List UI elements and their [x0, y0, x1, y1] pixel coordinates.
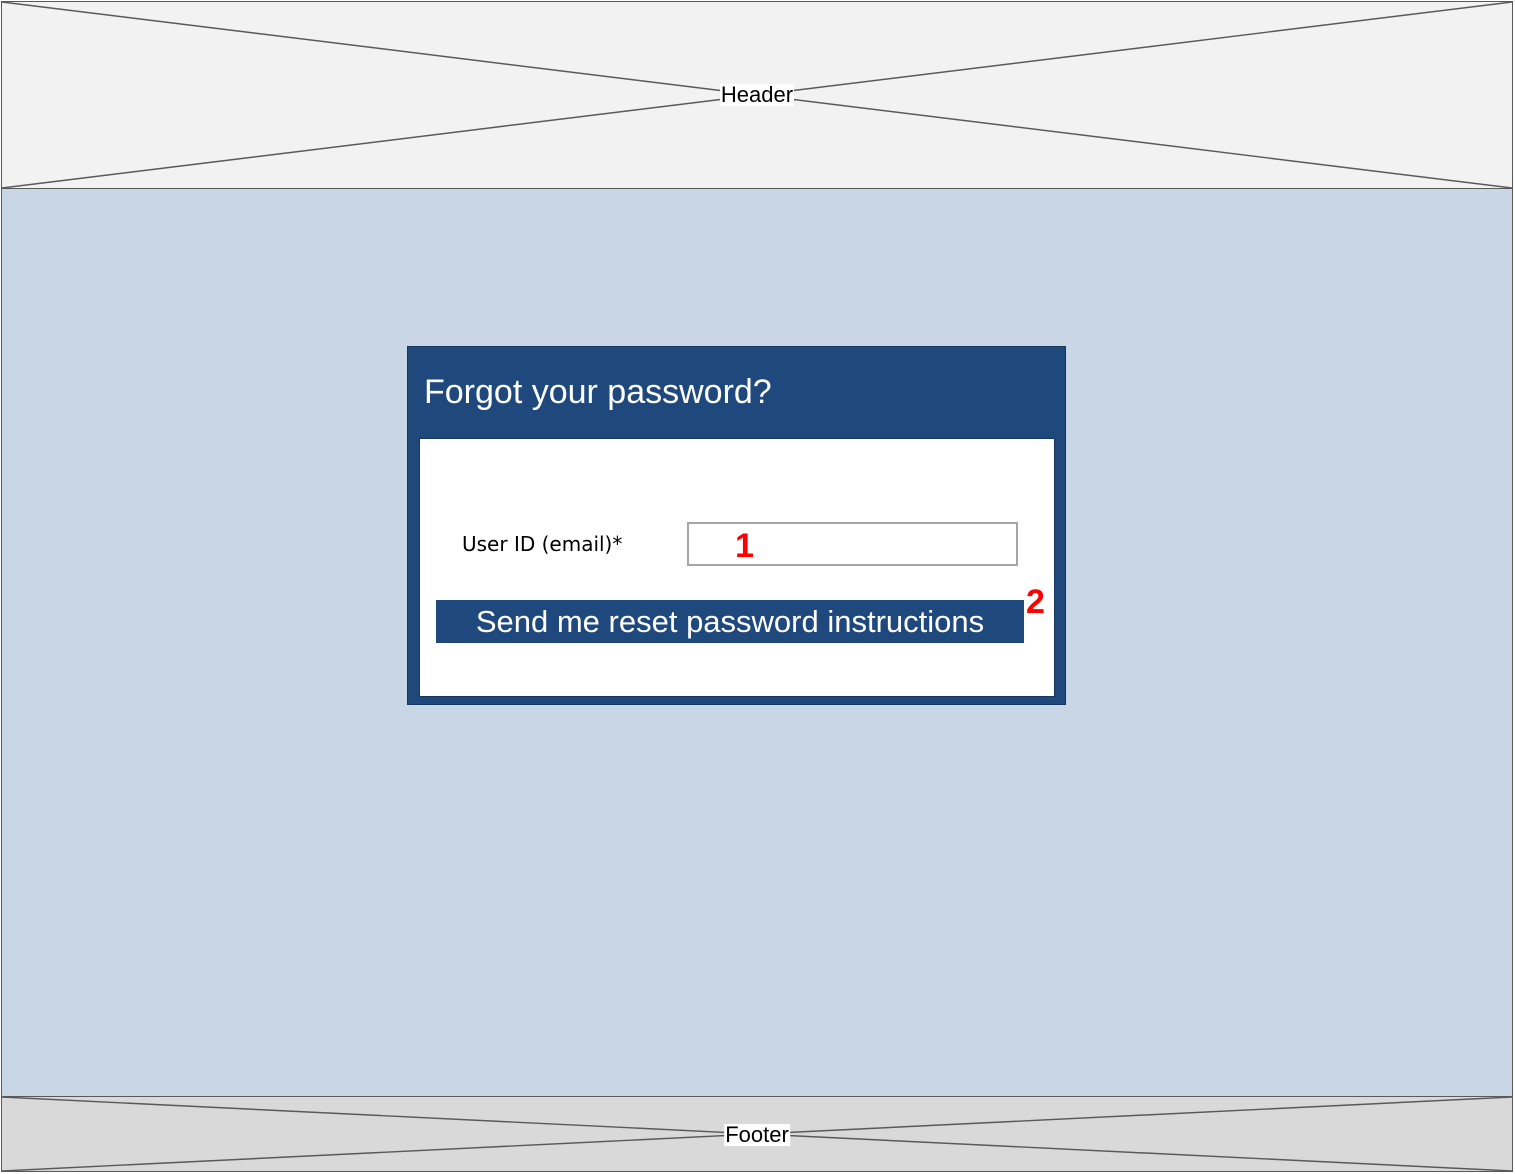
header-label: Header: [719, 82, 795, 107]
user-id-input[interactable]: 1: [687, 522, 1018, 566]
dialog-body: User ID (email)* 1 Send me reset passwor…: [419, 438, 1055, 697]
footer-label: Footer: [724, 1122, 790, 1147]
page: Header Forgot your password? User ID (em…: [0, 0, 1515, 1174]
send-reset-instructions-button[interactable]: Send me reset password instructions: [436, 600, 1024, 643]
annotation-marker-2: 2: [1026, 583, 1045, 621]
annotation-marker-1: 1: [735, 527, 754, 565]
header-placeholder: Header: [1, 1, 1513, 189]
forgot-password-dialog: Forgot your password? User ID (email)* 1…: [407, 346, 1066, 705]
dialog-title: Forgot your password?: [424, 373, 772, 411]
user-id-label: User ID (email)*: [462, 532, 623, 556]
footer-placeholder: Footer: [1, 1096, 1513, 1172]
